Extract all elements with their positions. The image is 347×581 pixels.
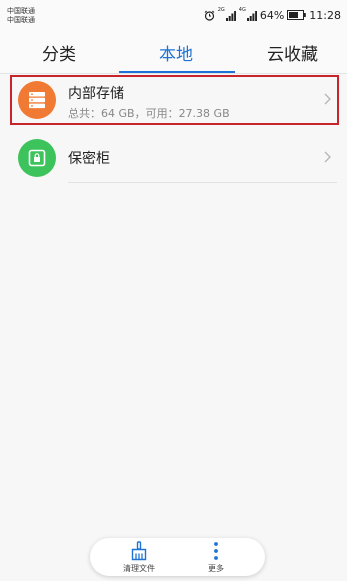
clock: 11:28 xyxy=(309,8,341,22)
chevron-right-icon xyxy=(324,93,331,105)
storage-icon xyxy=(18,81,56,119)
chevron-right-icon xyxy=(324,151,331,163)
battery-percent: 64% xyxy=(259,8,285,22)
carrier-label-2: 中国联通 xyxy=(7,16,35,24)
status-bar: 中国联通 中国联通 2G 4G 64% 11:28 xyxy=(0,0,347,30)
tab-local[interactable]: 本地 xyxy=(159,40,193,65)
active-tab-indicator xyxy=(119,71,235,73)
tab-classify[interactable]: 分类 xyxy=(42,40,76,65)
network-type-1: 2G xyxy=(217,7,225,13)
carrier-label-1: 中国联通 xyxy=(7,7,35,15)
more-button[interactable]: 更多 xyxy=(186,541,246,575)
battery-icon xyxy=(287,10,307,20)
signal-icon-2 xyxy=(246,10,257,21)
storage-title: 内部存储 xyxy=(68,86,124,102)
internal-storage-item[interactable]: 内部存储 总共：64 GB，可用：27.38 GB xyxy=(10,75,339,125)
more-dots-icon xyxy=(214,542,218,560)
clean-files-button[interactable]: 清理文件 xyxy=(109,541,169,575)
storage-capacity: 总共：64 GB，可用：27.38 GB xyxy=(68,107,230,120)
safe-box-item[interactable]: 保密柜 xyxy=(10,133,339,183)
alarm-icon xyxy=(204,10,215,21)
network-type-2: 4G xyxy=(238,7,246,13)
safe-icon xyxy=(18,139,56,177)
bottom-action-bar: 清理文件 更多 xyxy=(90,538,265,576)
status-icons: 2G 4G 64% 11:28 xyxy=(204,8,341,22)
clean-files-label: 清理文件 xyxy=(123,564,155,573)
list-divider xyxy=(68,182,337,183)
tab-cloud-favorites[interactable]: 云收藏 xyxy=(267,40,318,65)
tab-bar: 分类 本地 云收藏 xyxy=(0,30,347,74)
signal-icon-1 xyxy=(225,10,236,21)
safe-title: 保密柜 xyxy=(68,151,110,167)
more-label: 更多 xyxy=(208,564,224,573)
broom-icon xyxy=(131,541,147,561)
